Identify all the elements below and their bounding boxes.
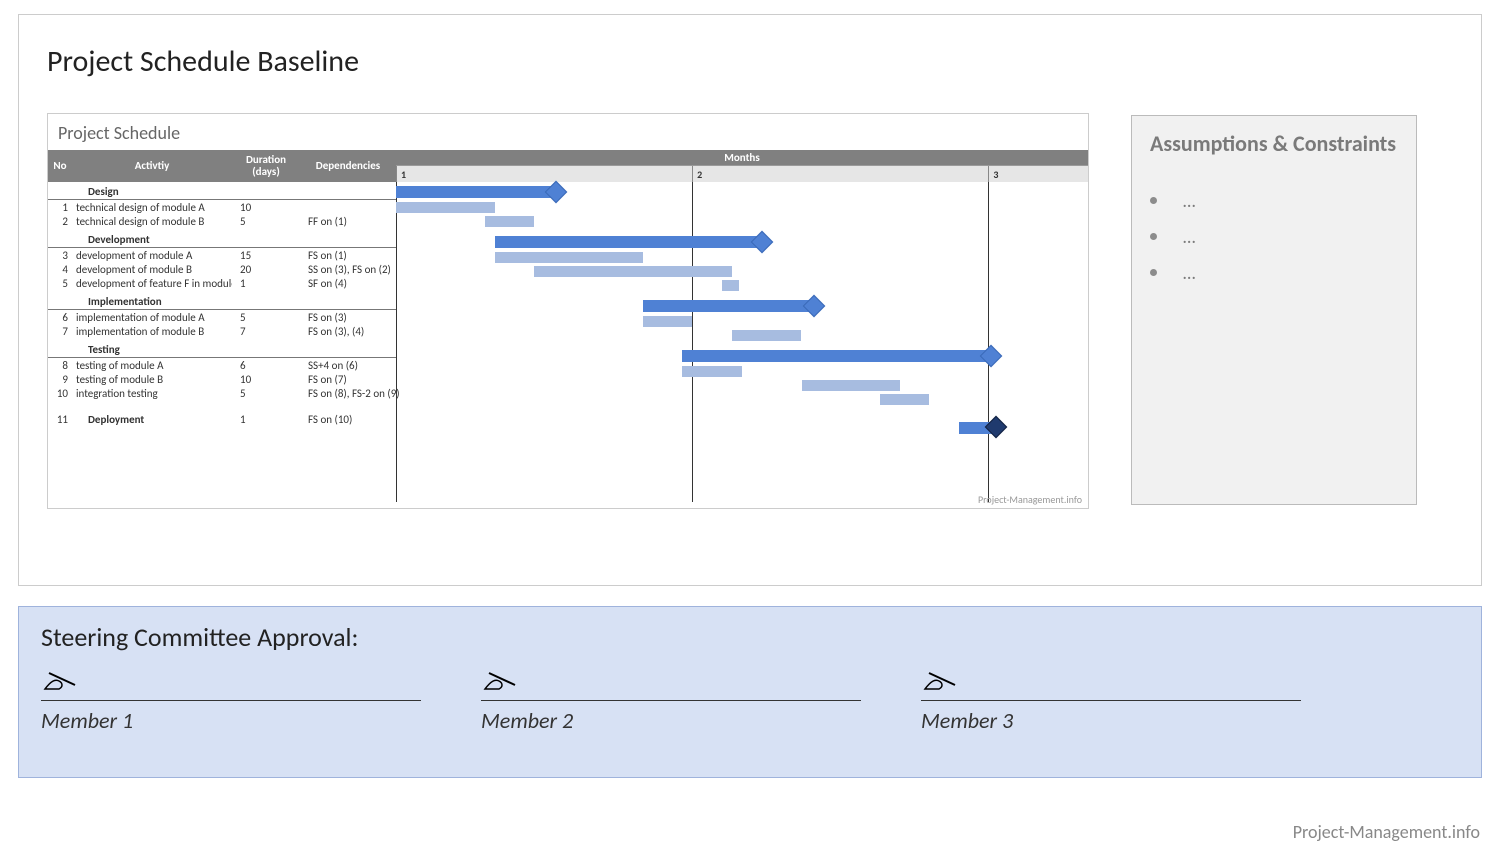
assumptions-list: … … … <box>1150 190 1398 284</box>
group-name: Implementation <box>72 295 232 308</box>
schedule-headers: No Activtiy Duration (days) Dependencies… <box>48 150 1088 182</box>
summary-bar-testing <box>682 350 988 362</box>
summary-bar-development <box>495 236 759 248</box>
month-divider <box>396 182 397 502</box>
signature-row: Member 1 Member 2 Member 3 <box>41 663 1459 734</box>
list-item: … <box>1150 262 1398 284</box>
task-table: Design 1technical design of module A10 2… <box>48 182 396 522</box>
signature-line <box>481 700 861 701</box>
table-row: 10integration testing5FS on (8), FS-2 on… <box>48 386 396 400</box>
table-row: 6implementation of module A5FS on (3) <box>48 310 396 324</box>
approval-panel: Steering Committee Approval: Member 1 Me… <box>18 606 1482 778</box>
group-name: Testing <box>72 343 232 356</box>
table-header-left: No Activtiy Duration (days) Dependencies <box>48 150 396 182</box>
task-bar-1 <box>396 202 495 213</box>
task-bar-4 <box>534 266 732 277</box>
month-2: 2 <box>692 166 988 182</box>
table-row: 2technical design of module B5FF on (1) <box>48 214 396 228</box>
month-divider <box>988 182 989 502</box>
col-header-activity: Activtiy <box>72 150 232 182</box>
gantt-header: Months 1 2 3 <box>396 150 1088 182</box>
summary-bar-design <box>396 186 554 198</box>
group-row: Testing <box>48 342 396 358</box>
table-row: 1technical design of module A10 <box>48 200 396 214</box>
table-row: 5development of feature F in module B1SF… <box>48 276 396 290</box>
month-3: 3 <box>988 166 1088 182</box>
task-bar-10 <box>880 394 929 405</box>
milestone-icon <box>750 231 773 254</box>
signature-icon <box>921 663 961 693</box>
table-row: 8testing of module A6SS+4 on (6) <box>48 358 396 372</box>
group-row: Design <box>48 184 396 200</box>
schedule-card-title: Project Schedule <box>48 114 1088 150</box>
list-item: … <box>1150 226 1398 248</box>
signature-label: Member 2 <box>481 707 861 734</box>
table-row: 4development of module B20SS on (3), FS … <box>48 262 396 276</box>
signature-icon <box>41 663 81 693</box>
signature-label: Member 3 <box>921 707 1301 734</box>
task-bar-3 <box>495 252 643 263</box>
months-row: 1 2 3 <box>396 166 1088 182</box>
task-bar-8 <box>682 366 742 377</box>
signature-block: Member 3 <box>921 663 1301 734</box>
page-title: Project Schedule Baseline <box>47 43 359 80</box>
signature-label: Member 1 <box>41 707 421 734</box>
table-row: 7implementation of module B7FS on (3), (… <box>48 324 396 338</box>
list-item: … <box>1150 190 1398 212</box>
task-bar-5 <box>722 280 739 291</box>
assumptions-card: Assumptions & Constraints … … … <box>1131 115 1417 505</box>
col-header-dependencies: Dependencies <box>300 150 396 182</box>
months-label: Months <box>396 150 1088 166</box>
assumptions-title: Assumptions & Constraints <box>1150 130 1398 158</box>
col-header-duration: Duration (days) <box>232 150 300 182</box>
signature-line <box>41 700 421 701</box>
task-bar-7 <box>732 330 801 341</box>
signature-icon <box>481 663 521 693</box>
signature-block: Member 1 <box>41 663 421 734</box>
task-bar-6 <box>643 316 692 327</box>
milestone-icon <box>979 345 1002 368</box>
group-name: Development <box>72 233 232 246</box>
group-name: Design <box>72 185 232 198</box>
schedule-body: Design 1technical design of module A10 2… <box>48 182 1088 522</box>
main-panel: Project Schedule Baseline Project Schedu… <box>18 14 1482 586</box>
table-row: 9testing of module B10FS on (7) <box>48 372 396 386</box>
schedule-card: Project Schedule No Activtiy Duration (d… <box>47 113 1089 509</box>
signature-line <box>921 700 1301 701</box>
group-row: Development <box>48 232 396 248</box>
month-divider <box>692 182 693 502</box>
approval-title: Steering Committee Approval: <box>41 621 1459 653</box>
table-row: 11Deployment1FS on (10) <box>48 412 396 426</box>
summary-bar-implementation <box>643 300 811 312</box>
col-header-no: No <box>48 150 72 182</box>
group-row: Implementation <box>48 294 396 310</box>
card-attribution: Project-Management.info <box>978 493 1082 506</box>
signature-block: Member 2 <box>481 663 861 734</box>
task-bar-2 <box>485 216 534 227</box>
milestone-icon <box>802 295 825 318</box>
table-row: 3development of module A15FS on (1) <box>48 248 396 262</box>
footer-attribution: Project-Management.info <box>1293 821 1480 843</box>
task-bar-9 <box>802 380 901 391</box>
month-1: 1 <box>396 166 692 182</box>
milestone-icon <box>545 181 568 204</box>
gantt-chart <box>396 182 1088 522</box>
